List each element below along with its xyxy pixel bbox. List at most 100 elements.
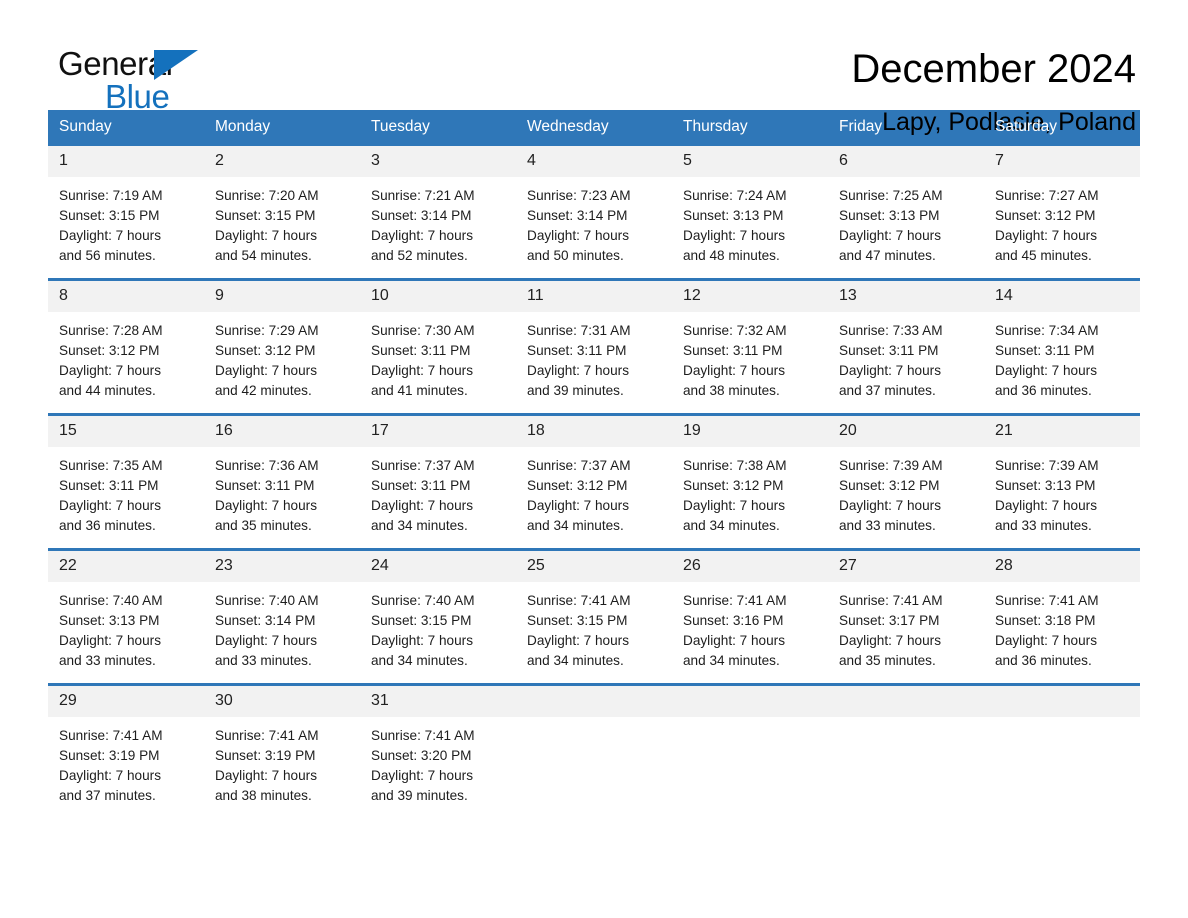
calendar-cell-day[interactable]: 26 Sunrise: 7:41 AM Sunset: 3:16 PM Dayligh…	[672, 548, 828, 683]
sunset-text: Sunset: 3:11 PM	[527, 343, 627, 358]
sunset-text: Sunset: 3:11 PM	[683, 343, 783, 358]
calendar-cell-day[interactable]: 25 Sunrise: 7:41 AM Sunset: 3:15 PM Dayligh…	[516, 548, 672, 683]
sunset-text: Sunset: 3:13 PM	[59, 613, 160, 628]
day-number: 7	[984, 146, 1140, 177]
day-details: Sunrise: 7:41 AM Sunset: 3:19 PM Daylight:…	[204, 717, 360, 818]
day-details: Sunrise: 7:41 AM Sunset: 3:18 PM Daylight:…	[984, 582, 1140, 683]
daylight-line1-text: Daylight: 7 hours	[59, 633, 162, 648]
daylight-line1-text: Daylight: 7 hours	[839, 363, 942, 378]
sunrise-sunset-calendar: Sunday Monday Tuesday Wednesday Thursday…	[48, 110, 1140, 818]
day-number: 13	[828, 281, 984, 312]
day-cell: 29 Sunrise: 7:41 AM Sunset: 3:19 PM Dayligh…	[48, 683, 204, 818]
calendar-cell-day[interactable]: 6 Sunrise: 7:25 AM Sunset: 3:13 PM Daylight…	[828, 143, 984, 278]
calendar-cell-day[interactable]: 4 Sunrise: 7:23 AM Sunset: 3:14 PM Daylight…	[516, 143, 672, 278]
sunset-text: Sunset: 3:12 PM	[215, 343, 316, 358]
daylight-line2-text: and 56 minutes.	[59, 248, 156, 263]
calendar-cell-day[interactable]: 7 Sunrise: 7:27 AM Sunset: 3:12 PM Daylight…	[984, 143, 1140, 278]
calendar-cell-day[interactable]: 17 Sunrise: 7:37 AM Sunset: 3:11 PM Dayligh…	[360, 413, 516, 548]
day-cell: 10 Sunrise: 7:30 AM Sunset: 3:11 PM Dayligh…	[360, 278, 516, 413]
calendar-cell-day[interactable]: 16 Sunrise: 7:36 AM Sunset: 3:11 PM Dayligh…	[204, 413, 360, 548]
daylight-line2-text: and 37 minutes.	[839, 383, 936, 398]
sunset-text: Sunset: 3:11 PM	[839, 343, 939, 358]
sunset-text: Sunset: 3:19 PM	[59, 748, 160, 763]
sunrise-text: Sunrise: 7:21 AM	[371, 188, 475, 203]
calendar-cell-day[interactable]: 30 Sunrise: 7:41 AM Sunset: 3:19 PM Dayligh…	[204, 683, 360, 818]
calendar-cell-day[interactable]: 9 Sunrise: 7:29 AM Sunset: 3:12 PM Daylight…	[204, 278, 360, 413]
calendar-cell-day[interactable]: 5 Sunrise: 7:24 AM Sunset: 3:13 PM Daylight…	[672, 143, 828, 278]
sunrise-text: Sunrise: 7:25 AM	[839, 188, 943, 203]
day-number	[828, 686, 984, 717]
day-details: Sunrise: 7:41 AM Sunset: 3:20 PM Daylight:…	[360, 717, 516, 818]
sunrise-text: Sunrise: 7:31 AM	[527, 323, 631, 338]
sunset-text: Sunset: 3:17 PM	[839, 613, 940, 628]
day-details: Sunrise: 7:41 AM Sunset: 3:15 PM Daylight:…	[516, 582, 672, 683]
day-cell: 24 Sunrise: 7:40 AM Sunset: 3:15 PM Dayligh…	[360, 548, 516, 683]
daylight-line2-text: and 33 minutes.	[59, 653, 156, 668]
day-cell: 17 Sunrise: 7:37 AM Sunset: 3:11 PM Dayligh…	[360, 413, 516, 548]
sunset-text: Sunset: 3:20 PM	[371, 748, 472, 763]
calendar-cell-day[interactable]: 11 Sunrise: 7:31 AM Sunset: 3:11 PM Dayligh…	[516, 278, 672, 413]
calendar-cell-day[interactable]: 22 Sunrise: 7:40 AM Sunset: 3:13 PM Dayligh…	[48, 548, 204, 683]
day-number: 30	[204, 686, 360, 717]
daylight-line1-text: Daylight: 7 hours	[371, 363, 474, 378]
sunset-text: Sunset: 3:15 PM	[527, 613, 628, 628]
sunrise-text: Sunrise: 7:41 AM	[215, 728, 319, 743]
day-details	[672, 717, 828, 801]
calendar-cell-day[interactable]: 23 Sunrise: 7:40 AM Sunset: 3:14 PM Dayligh…	[204, 548, 360, 683]
calendar-cell-day[interactable]: 13 Sunrise: 7:33 AM Sunset: 3:11 PM Dayligh…	[828, 278, 984, 413]
daylight-line2-text: and 39 minutes.	[371, 788, 468, 803]
calendar-cell-day[interactable]: 15 Sunrise: 7:35 AM Sunset: 3:11 PM Dayligh…	[48, 413, 204, 548]
daylight-line1-text: Daylight: 7 hours	[527, 228, 630, 243]
sunrise-text: Sunrise: 7:29 AM	[215, 323, 319, 338]
day-details: Sunrise: 7:40 AM Sunset: 3:13 PM Daylight:…	[48, 582, 204, 683]
sunset-text: Sunset: 3:11 PM	[371, 343, 471, 358]
calendar-cell-day[interactable]: 27 Sunrise: 7:41 AM Sunset: 3:17 PM Dayligh…	[828, 548, 984, 683]
sunset-text: Sunset: 3:16 PM	[683, 613, 784, 628]
day-number: 18	[516, 416, 672, 447]
daylight-line2-text: and 34 minutes.	[371, 518, 468, 533]
day-cell: 6 Sunrise: 7:25 AM Sunset: 3:13 PM Daylight…	[828, 143, 984, 278]
calendar-cell-day[interactable]: 1 Sunrise: 7:19 AM Sunset: 3:15 PM Daylight…	[48, 143, 204, 278]
calendar-cell-day[interactable]: 29 Sunrise: 7:41 AM Sunset: 3:19 PM Dayligh…	[48, 683, 204, 818]
calendar-cell-day[interactable]: 8 Sunrise: 7:28 AM Sunset: 3:12 PM Daylight…	[48, 278, 204, 413]
sunset-text: Sunset: 3:12 PM	[527, 478, 628, 493]
daylight-line2-text: and 42 minutes.	[215, 383, 312, 398]
day-details: Sunrise: 7:40 AM Sunset: 3:14 PM Daylight:…	[204, 582, 360, 683]
calendar-cell-day[interactable]: 28 Sunrise: 7:41 AM Sunset: 3:18 PM Dayligh…	[984, 548, 1140, 683]
calendar-cell-day[interactable]: 12 Sunrise: 7:32 AM Sunset: 3:11 PM Dayligh…	[672, 278, 828, 413]
sunrise-text: Sunrise: 7:36 AM	[215, 458, 319, 473]
day-cell: 8 Sunrise: 7:28 AM Sunset: 3:12 PM Daylight…	[48, 278, 204, 413]
daylight-line2-text: and 35 minutes.	[215, 518, 312, 533]
sunrise-text: Sunrise: 7:37 AM	[371, 458, 475, 473]
sunrise-text: Sunrise: 7:41 AM	[59, 728, 163, 743]
day-cell: 11 Sunrise: 7:31 AM Sunset: 3:11 PM Dayligh…	[516, 278, 672, 413]
calendar-cell-day[interactable]: 21 Sunrise: 7:39 AM Sunset: 3:13 PM Dayligh…	[984, 413, 1140, 548]
sunset-text: Sunset: 3:15 PM	[371, 613, 472, 628]
day-details: Sunrise: 7:39 AM Sunset: 3:12 PM Daylight:…	[828, 447, 984, 548]
calendar-cell-day[interactable]: 10 Sunrise: 7:30 AM Sunset: 3:11 PM Dayligh…	[360, 278, 516, 413]
daylight-line1-text: Daylight: 7 hours	[59, 498, 162, 513]
calendar-cell-day[interactable]: 2 Sunrise: 7:20 AM Sunset: 3:15 PM Daylight…	[204, 143, 360, 278]
weekday-header-monday: Monday	[204, 110, 360, 143]
sunset-text: Sunset: 3:13 PM	[995, 478, 1096, 493]
calendar-cell-day[interactable]: 18 Sunrise: 7:37 AM Sunset: 3:12 PM Dayligh…	[516, 413, 672, 548]
day-number: 31	[360, 686, 516, 717]
day-details: Sunrise: 7:37 AM Sunset: 3:12 PM Daylight:…	[516, 447, 672, 548]
calendar-cell-day[interactable]: 19 Sunrise: 7:38 AM Sunset: 3:12 PM Dayligh…	[672, 413, 828, 548]
day-cell	[828, 683, 984, 801]
day-details: Sunrise: 7:21 AM Sunset: 3:14 PM Daylight:…	[360, 177, 516, 278]
calendar-cell-day[interactable]: 3 Sunrise: 7:21 AM Sunset: 3:14 PM Daylight…	[360, 143, 516, 278]
calendar-cell-day[interactable]: 14 Sunrise: 7:34 AM Sunset: 3:11 PM Dayligh…	[984, 278, 1140, 413]
calendar-cell-day[interactable]: 31 Sunrise: 7:41 AM Sunset: 3:20 PM Dayligh…	[360, 683, 516, 818]
day-number: 1	[48, 146, 204, 177]
day-details: Sunrise: 7:27 AM Sunset: 3:12 PM Daylight:…	[984, 177, 1140, 278]
calendar-cell-day[interactable]: 20 Sunrise: 7:39 AM Sunset: 3:12 PM Dayligh…	[828, 413, 984, 548]
calendar-cell-day[interactable]: 24 Sunrise: 7:40 AM Sunset: 3:15 PM Dayligh…	[360, 548, 516, 683]
daylight-line1-text: Daylight: 7 hours	[215, 228, 318, 243]
day-details: Sunrise: 7:39 AM Sunset: 3:13 PM Daylight:…	[984, 447, 1140, 548]
day-number: 5	[672, 146, 828, 177]
calendar-page: General Blue December 2024 Lapy, Podlasi…	[0, 0, 1188, 918]
sunset-text: Sunset: 3:11 PM	[371, 478, 471, 493]
page-header: General Blue December 2024 Lapy, Podlasi…	[48, 0, 1140, 136]
day-number: 20	[828, 416, 984, 447]
